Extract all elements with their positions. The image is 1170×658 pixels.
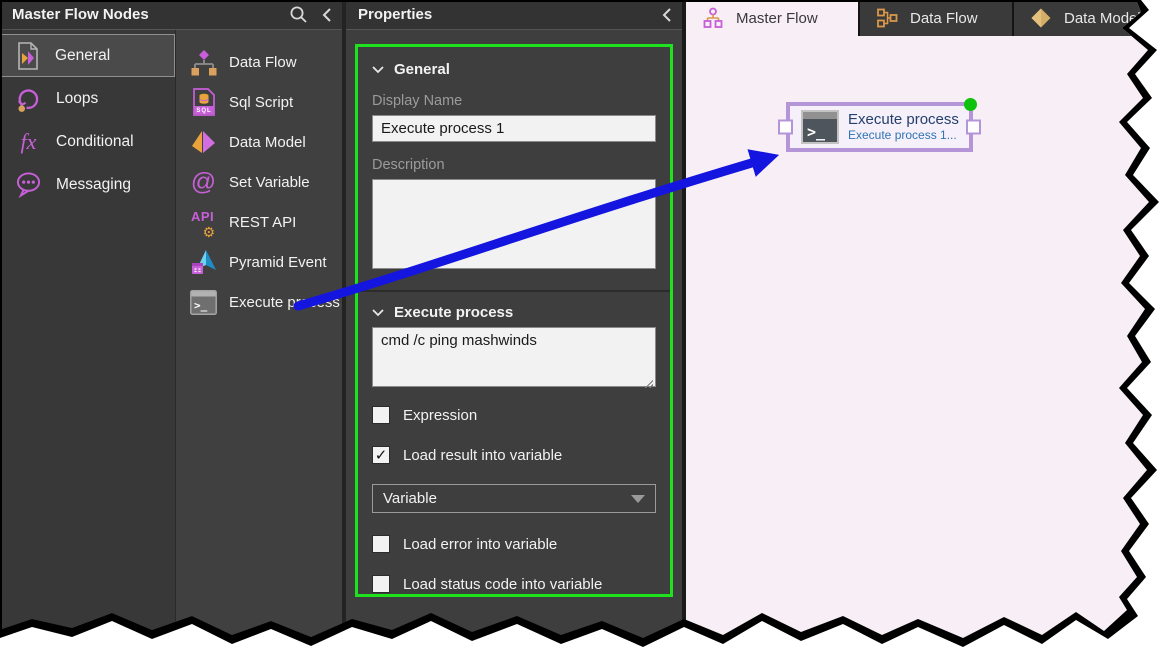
tab-data-flow[interactable]: Data Flow xyxy=(858,0,1012,36)
data-model-tab-icon xyxy=(1030,7,1052,29)
node-type-data-flow[interactable]: Data Flow xyxy=(176,42,342,82)
category-label: General xyxy=(55,47,110,65)
execute-section-header[interactable]: Execute process xyxy=(372,304,656,321)
node-type-label: Sql Script xyxy=(229,94,293,111)
category-label: Conditional xyxy=(56,133,134,151)
load-result-checkbox[interactable] xyxy=(372,446,390,464)
load-status-checkbox-row[interactable]: Load status code into variable xyxy=(372,575,656,593)
general-section-title: General xyxy=(394,61,450,78)
svg-text:>_: >_ xyxy=(807,123,826,141)
collapse-properties-chevron-left-icon[interactable] xyxy=(662,7,672,23)
flow-canvas: Master Flow Data Flow Data Model xyxy=(686,0,1170,658)
load-status-checkbox[interactable] xyxy=(372,575,390,593)
textarea-resize-grip[interactable] xyxy=(643,378,653,388)
node-title: Execute process xyxy=(848,111,959,128)
svg-text:>_: >_ xyxy=(194,299,208,312)
checkbox-label: Load error into variable xyxy=(403,536,557,553)
node-type-label: Data Model xyxy=(229,134,306,151)
load-error-checkbox-row[interactable]: Load error into variable xyxy=(372,535,656,553)
checkbox-label: Load status code into variable xyxy=(403,576,602,593)
general-section-header[interactable]: General xyxy=(372,61,656,78)
output-connector[interactable] xyxy=(966,120,981,135)
pyramid-event-icon xyxy=(190,248,217,276)
data-flow-tab-icon xyxy=(876,7,898,29)
nodes-panel-title: Master Flow Nodes xyxy=(12,6,149,23)
screenshot-frame: Master Flow Nodes General xyxy=(0,0,1170,658)
category-list: General Loops fx Conditional xyxy=(0,30,176,658)
fx-function-icon: fx xyxy=(15,128,42,156)
canvas-area[interactable]: >_ Execute process Execute process 1... xyxy=(686,36,1170,658)
loop-arrow-icon xyxy=(15,85,42,113)
category-label: Loops xyxy=(56,90,98,108)
checkbox-label: Expression xyxy=(403,407,477,424)
node-type-set-variable[interactable]: @ Set Variable xyxy=(176,162,342,202)
master-flow-nodes-panel: Master Flow Nodes General xyxy=(0,0,346,658)
node-type-label: Execute process xyxy=(229,294,340,311)
node-type-label: Set Variable xyxy=(229,174,310,191)
properties-panel: Properties General Display Name Des xyxy=(346,0,686,658)
node-type-execute-process[interactable]: >_ Execute process xyxy=(176,282,342,322)
node-type-label: Data Flow xyxy=(229,54,297,71)
category-item-loops[interactable]: Loops xyxy=(0,77,175,120)
node-type-list: Data Flow SQL Sql Script Data Model xyxy=(176,30,342,658)
collapse-panel-chevron-left-icon[interactable] xyxy=(322,7,332,23)
command-textarea[interactable]: cmd /c ping mashwinds xyxy=(372,327,656,387)
category-item-general[interactable]: General xyxy=(0,34,175,77)
status-dot xyxy=(964,98,977,111)
category-label: Messaging xyxy=(56,176,131,194)
display-name-input[interactable] xyxy=(372,115,656,142)
tab-label: Master Flow xyxy=(736,10,818,27)
svg-text:SQL: SQL xyxy=(196,108,211,114)
app-window: Master Flow Nodes General xyxy=(0,0,1170,658)
tab-master-flow[interactable]: Master Flow xyxy=(686,0,858,36)
chevron-down-icon xyxy=(372,66,384,74)
execute-process-node[interactable]: >_ Execute process Execute process 1... xyxy=(786,102,973,152)
description-label: Description xyxy=(372,157,656,173)
node-type-label: Pyramid Event xyxy=(229,254,327,271)
sql-script-icon: SQL xyxy=(190,88,217,116)
highlight-box: General Display Name Description Execute… xyxy=(355,44,673,597)
tab-label: Data Flow xyxy=(910,10,978,27)
execute-section-title: Execute process xyxy=(394,304,513,321)
node-type-pyramid-event[interactable]: Pyramid Event xyxy=(176,242,342,282)
properties-header: Properties xyxy=(346,0,682,30)
variable-dropdown[interactable]: Variable xyxy=(372,484,656,513)
checkbox-label: Load result into variable xyxy=(403,447,562,464)
node-type-sql-script[interactable]: SQL Sql Script xyxy=(176,82,342,122)
expression-checkbox[interactable] xyxy=(372,406,390,424)
section-divider xyxy=(358,290,670,292)
properties-title: Properties xyxy=(358,6,432,23)
nodes-panel-header: Master Flow Nodes xyxy=(0,0,342,30)
expression-checkbox-row[interactable]: Expression xyxy=(372,406,656,424)
node-subtitle: Execute process 1... xyxy=(848,129,959,143)
general-document-icon xyxy=(14,42,41,70)
tab-data-model[interactable]: Data Model xyxy=(1012,0,1170,36)
dropdown-chevron-icon xyxy=(631,495,645,503)
variable-dropdown-value: Variable xyxy=(383,490,437,507)
api-gear-icon: API⚙ xyxy=(190,208,217,236)
canvas-tabbar: Master Flow Data Flow Data Model xyxy=(686,0,1170,36)
chevron-down-icon xyxy=(372,309,384,317)
data-model-icon xyxy=(190,128,217,156)
node-type-rest-api[interactable]: API⚙ REST API xyxy=(176,202,342,242)
master-flow-tab-icon xyxy=(702,7,724,29)
search-icon[interactable] xyxy=(289,5,308,24)
data-flow-icon xyxy=(190,48,217,76)
category-item-messaging[interactable]: Messaging xyxy=(0,163,175,206)
terminal-icon: >_ xyxy=(801,110,839,144)
load-error-checkbox[interactable] xyxy=(372,535,390,553)
terminal-icon: >_ xyxy=(190,288,217,316)
description-textarea[interactable] xyxy=(372,179,656,269)
display-name-label: Display Name xyxy=(372,93,656,109)
speech-bubble-icon xyxy=(15,171,42,199)
category-item-conditional[interactable]: fx Conditional xyxy=(0,120,175,163)
input-connector[interactable] xyxy=(778,120,793,135)
at-sign-icon: @ xyxy=(190,168,217,196)
load-result-checkbox-row[interactable]: Load result into variable xyxy=(372,446,656,464)
node-type-data-model[interactable]: Data Model xyxy=(176,122,342,162)
node-type-label: REST API xyxy=(229,214,296,231)
